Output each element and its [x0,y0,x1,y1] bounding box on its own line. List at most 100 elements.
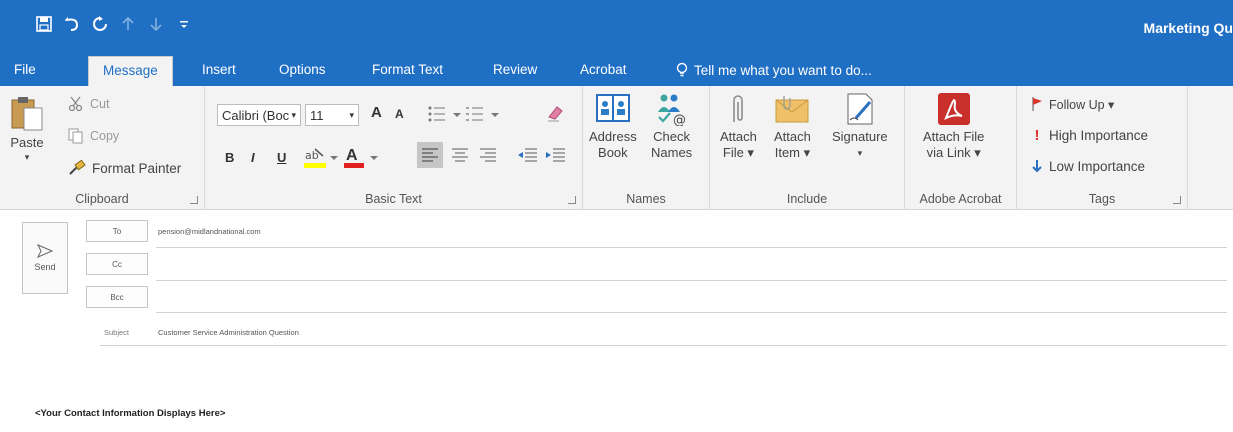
attach-file-label-1: Attach [720,129,757,144]
redo-icon[interactable] [86,12,114,36]
signature-dropdown-icon: ▾ [857,148,863,158]
send-button[interactable]: Send [22,222,68,294]
low-importance-label: Low Importance [1049,158,1146,174]
svg-text:@: @ [673,113,686,126]
paperclip-icon [733,95,744,122]
title-bar: Marketing Qu [0,0,1233,56]
attach-item-button[interactable]: Attach Item ▾ [774,92,811,161]
signature-label-1: Signature [832,129,888,144]
high-importance-label: High Importance [1049,128,1149,143]
names-group-label: Names [626,192,666,206]
subject-label: Subject [104,328,130,337]
attach-file-label-2: File ▾ [722,145,754,160]
basic-text-group: Calibri (Boc ▾ 11 ▾ A A B I U ab A Basic T… [205,86,583,210]
follow-up-label: Follow Up ▾ [1049,97,1115,112]
numbering-icon[interactable] [465,104,501,124]
message-body[interactable]: <Your Contact Information Displays Here> [35,408,225,419]
font-size-combo[interactable]: 11 ▾ [305,104,359,126]
subject-underline [100,345,1227,346]
attach-file-via-link-label-2: via Link ▾ [926,145,981,160]
decrease-indent-icon[interactable] [515,142,541,168]
bullets-icon[interactable] [427,104,463,124]
low-importance-button[interactable]: Low Importance [1031,158,1145,174]
adobe-pdf-icon [937,93,970,125]
signature-button[interactable]: Signature ▾ [832,92,888,161]
tab-insert[interactable]: Insert [202,62,236,77]
down-arrow-icon [1032,160,1042,173]
to-button[interactable]: To [86,220,148,242]
italic-button[interactable]: I [251,150,255,165]
font-name-combo[interactable]: Calibri (Boc ▾ [217,104,301,126]
highlight-icon[interactable]: ab [303,146,339,170]
increase-indent-icon[interactable] [543,142,569,168]
font-color-icon[interactable]: A [343,144,379,170]
tags-launcher-icon[interactable] [1173,196,1181,204]
tab-review[interactable]: Review [493,62,537,77]
tab-acrobat[interactable]: Acrobat [580,62,627,77]
include-group-label: Include [786,192,828,206]
ribbon-tabs: File Message Insert Options Format Text … [0,56,1233,86]
align-left-icon [422,148,438,162]
cut-button[interactable]: Cut [68,96,109,112]
paste-button[interactable]: Paste ▾ [10,96,44,165]
tab-options[interactable]: Options [279,62,326,77]
tell-me-search[interactable]: Tell me what you want to do... [676,62,872,78]
align-right-icon[interactable] [475,142,501,168]
bcc-field[interactable] [156,312,1227,313]
scissors-icon [68,96,83,112]
copy-icon [68,128,83,144]
down-icon[interactable] [142,12,170,36]
attach-file-button[interactable]: Attach File ▾ [720,92,757,161]
underline-button[interactable]: U [277,150,286,165]
customize-qat-icon[interactable] [170,12,198,36]
basic-text-group-label: Basic Text [365,192,422,206]
attach-item-label-1: Attach [774,129,811,144]
adobe-acrobat-group-label: Adobe Acrobat [919,192,1002,206]
clipboard-group-label: Clipboard [75,192,129,206]
cut-label: Cut [90,97,110,111]
format-painter-icon [69,160,86,175]
attach-file-via-link-button[interactable]: Attach File via Link ▾ [923,92,984,161]
ribbon: Paste ▾ Cut Copy Format Painter Clipboar… [0,86,1233,210]
window-title: Marketing Qu [1143,20,1233,36]
send-label: Send [34,262,56,272]
tags-group: Follow Up ▾ ! High Importance Low Import… [1017,86,1188,210]
tab-format-text[interactable]: Format Text [372,62,443,77]
check-names-label-1: Check [653,129,691,144]
clear-formatting-icon[interactable] [545,103,565,123]
save-icon[interactable] [30,12,58,36]
align-left-button[interactable] [417,142,443,168]
shrink-font-button[interactable]: A [395,107,404,121]
address-book-button[interactable]: Address Book [589,92,637,161]
svg-text:A: A [346,147,358,164]
envelope-icon [775,96,809,123]
cc-field[interactable] [156,280,1227,281]
tab-file[interactable]: File [14,62,36,77]
clipboard-group: Paste ▾ Cut Copy Format Painter Clipboar… [0,86,205,210]
tab-message[interactable]: Message [88,56,173,86]
basic-text-launcher-icon[interactable] [568,196,576,204]
tags-group-label: Tags [1088,192,1116,206]
lightbulb-icon [676,62,688,77]
bold-button[interactable]: B [225,150,234,165]
grow-font-button[interactable]: A [371,104,382,121]
names-group: Address Book @ Check Names Names [583,86,710,210]
undo-icon[interactable] [58,12,86,36]
follow-up-button[interactable]: Follow Up ▾ [1031,96,1114,112]
format-painter-button[interactable]: Format Painter [68,160,181,176]
subject-field[interactable]: Customer Service Administration Question [158,328,299,337]
clipboard-launcher-icon[interactable] [190,196,198,204]
high-importance-button[interactable]: ! High Importance [1031,127,1149,144]
check-names-label-2: Names [651,145,693,160]
bcc-button[interactable]: Bcc [86,286,148,308]
paste-icon [11,97,43,131]
copy-button[interactable]: Copy [68,128,119,144]
to-field[interactable]: pension@midlandnational.com [158,227,261,236]
cc-button[interactable]: Cc [86,253,148,275]
check-names-button[interactable]: @ Check Names [651,92,692,161]
paste-dropdown-icon[interactable]: ▾ [25,149,30,165]
font-size-value: 11 [310,107,324,123]
exclamation-icon: ! [1034,127,1040,144]
up-icon[interactable] [114,12,142,36]
align-center-icon[interactable] [447,142,473,168]
